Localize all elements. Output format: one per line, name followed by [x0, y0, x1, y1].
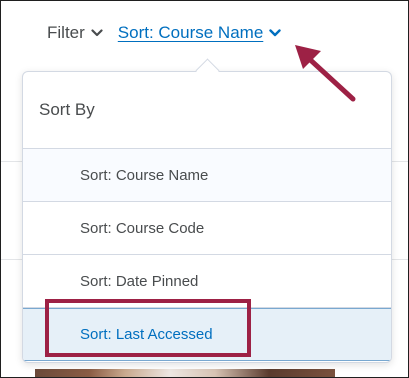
course-image: [35, 369, 335, 377]
menu-item-sort-course-code[interactable]: Sort: Course Code: [23, 202, 391, 255]
arrow-icon: [291, 41, 361, 116]
filter-button[interactable]: Filter: [47, 23, 103, 43]
screenshot-frame: Filter Sort: Course Name Sort By Sort: C…: [0, 0, 409, 378]
menu-item-sort-course-name[interactable]: Sort: Course Name: [23, 149, 391, 202]
chevron-down-icon: [91, 29, 103, 37]
chevron-down-icon: [269, 29, 281, 37]
filter-label: Filter: [47, 23, 85, 42]
toolbar: Filter Sort: Course Name: [47, 23, 281, 43]
annotation-highlight-box: [45, 299, 251, 357]
sort-button[interactable]: Sort: Course Name: [118, 23, 282, 43]
sort-label: Sort: Course Name: [117, 23, 264, 42]
